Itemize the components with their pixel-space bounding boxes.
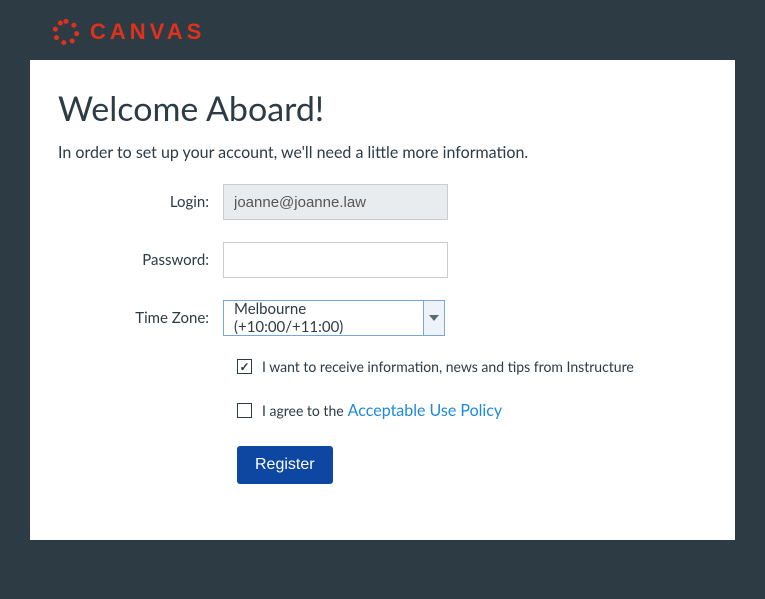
policy-checkbox[interactable] bbox=[237, 403, 252, 418]
newsletter-checkbox[interactable] bbox=[237, 359, 252, 374]
login-row: Login: bbox=[58, 184, 707, 220]
brand-logo: CANVAS bbox=[52, 18, 205, 46]
page-title: Welcome Aboard! bbox=[58, 88, 707, 129]
timezone-select[interactable]: Melbourne (+10:00/+11:00) bbox=[223, 300, 445, 336]
password-row: Password: bbox=[58, 242, 707, 278]
password-input[interactable] bbox=[223, 242, 448, 278]
header-bar: CANVAS bbox=[30, 0, 735, 60]
chevron-down-icon[interactable] bbox=[423, 300, 445, 336]
policy-prefix: I agree to the bbox=[262, 402, 344, 419]
policy-checkbox-row[interactable]: I agree to the Acceptable Use Policy bbox=[237, 401, 707, 420]
timezone-label: Time Zone: bbox=[58, 309, 223, 327]
registration-card: Welcome Aboard! In order to set up your … bbox=[30, 60, 735, 540]
newsletter-label: I want to receive information, news and … bbox=[262, 358, 634, 375]
acceptable-use-policy-link[interactable]: Acceptable Use Policy bbox=[348, 401, 503, 420]
password-label: Password: bbox=[58, 251, 223, 269]
timezone-value: Melbourne (+10:00/+11:00) bbox=[223, 300, 423, 336]
canvas-logo-icon bbox=[52, 18, 80, 46]
login-input bbox=[223, 184, 448, 220]
timezone-row: Time Zone: Melbourne (+10:00/+11:00) bbox=[58, 300, 707, 336]
brand-name: CANVAS bbox=[90, 19, 205, 45]
page-subtitle: In order to set up your account, we'll n… bbox=[58, 143, 707, 162]
register-button[interactable]: Register bbox=[237, 446, 333, 484]
login-label: Login: bbox=[58, 193, 223, 211]
newsletter-checkbox-row[interactable]: I want to receive information, news and … bbox=[237, 358, 707, 375]
